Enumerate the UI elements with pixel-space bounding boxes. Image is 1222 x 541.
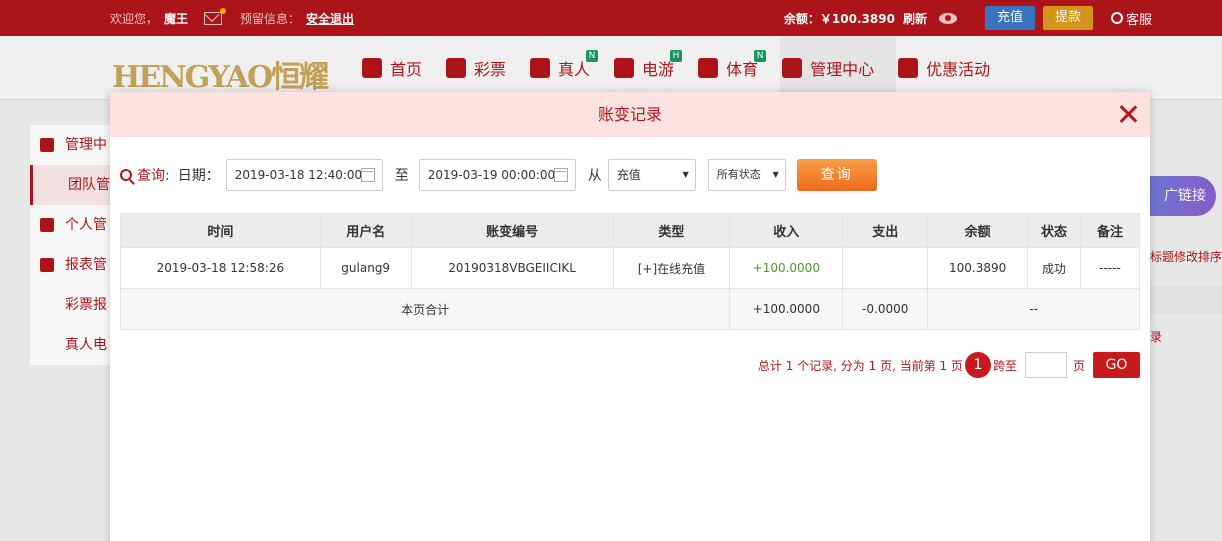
transaction-table: 时间 用户名 账变编号 类型 收入 支出 余额 状态 备注 2019-03-18… <box>119 213 1140 330</box>
transaction-record-modal: 账变记录 查询: 日期： 2019-03-18 12:40:00 至 2019-… <box>110 92 1150 541</box>
date-to-input[interactable]: 2019-03-19 00:00:00 <box>418 159 576 191</box>
query-label-text: 查询: <box>137 168 170 184</box>
cell-status: 成功 <box>1027 247 1082 289</box>
page-label: 页 <box>1072 358 1085 373</box>
summary-expense: -0.0000 <box>842 288 929 330</box>
column-header: 类型 <box>612 213 731 248</box>
calendar-icon[interactable] <box>553 168 568 182</box>
calendar-icon[interactable] <box>360 168 375 182</box>
summary-rest: -- <box>927 288 1140 330</box>
summary-income: +100.0000 <box>729 288 844 330</box>
cell-remark: ----- <box>1080 247 1140 289</box>
modal-title: 账变记录 <box>597 105 662 124</box>
cell-expense <box>842 247 929 289</box>
go-button[interactable]: GO <box>1093 352 1140 378</box>
query-label: 查询: <box>120 165 170 185</box>
page-number-current[interactable]: 1 <box>964 352 991 378</box>
goto-label: 跨至 <box>992 358 1017 373</box>
table-row: 2019-03-18 12:58:26 gulang9 20190318VBGE… <box>120 247 1140 289</box>
column-header: 支出 <box>842 213 929 248</box>
column-header: 账变编号 <box>410 213 614 248</box>
date-from-input[interactable]: 2019-03-18 12:40:00 <box>225 159 383 191</box>
goto-page-input[interactable] <box>1024 352 1067 378</box>
cell-username: gulang9 <box>319 247 412 289</box>
pagination: 总计 1 个记录, 分为 1 页, 当前第 1 页 1 跨至 页 GO <box>758 351 1140 379</box>
cell-type: [+]在线充值 <box>612 247 731 289</box>
column-header: 时间 <box>120 213 321 248</box>
column-header: 状态 <box>1027 213 1082 248</box>
to-label: 至 <box>394 168 409 184</box>
date-to-value: 2019-03-19 00:00:00 <box>427 168 556 182</box>
status-select[interactable]: 所有状态 <box>707 159 786 191</box>
date-label: 日期： <box>177 168 220 184</box>
cell-time: 2019-03-18 12:58:26 <box>120 247 321 289</box>
date-from-value: 2019-03-18 12:40:00 <box>234 168 363 182</box>
column-header: 余额 <box>927 213 1029 248</box>
type-select[interactable]: 充值 <box>607 159 696 191</box>
cell-balance: 100.3890 <box>927 247 1029 289</box>
summary-label: 本页合计 <box>119 288 731 330</box>
table-header-row: 时间 用户名 账变编号 类型 收入 支出 余额 状态 备注 <box>120 213 1140 248</box>
column-header: 收入 <box>729 213 844 248</box>
pagination-summary: 总计 1 个记录, 分为 1 页, 当前第 1 页 <box>757 358 963 373</box>
modal-header: 账变记录 <box>110 92 1150 137</box>
search-icon <box>120 169 132 181</box>
from-label: 从 <box>587 168 602 184</box>
cell-income: +100.0000 <box>729 247 844 289</box>
close-icon[interactable] <box>1118 104 1138 124</box>
column-header: 用户名 <box>319 213 412 248</box>
table-summary-row: 本页合计 +100.0000 -0.0000 -- <box>119 288 1140 330</box>
search-button[interactable]: 查询 <box>796 159 877 191</box>
cell-transaction-id: 20190318VBGEIICIKL <box>410 247 614 289</box>
column-header: 备注 <box>1080 213 1140 248</box>
query-bar: 查询: 日期： 2019-03-18 12:40:00 至 2019-03-19… <box>120 159 877 191</box>
